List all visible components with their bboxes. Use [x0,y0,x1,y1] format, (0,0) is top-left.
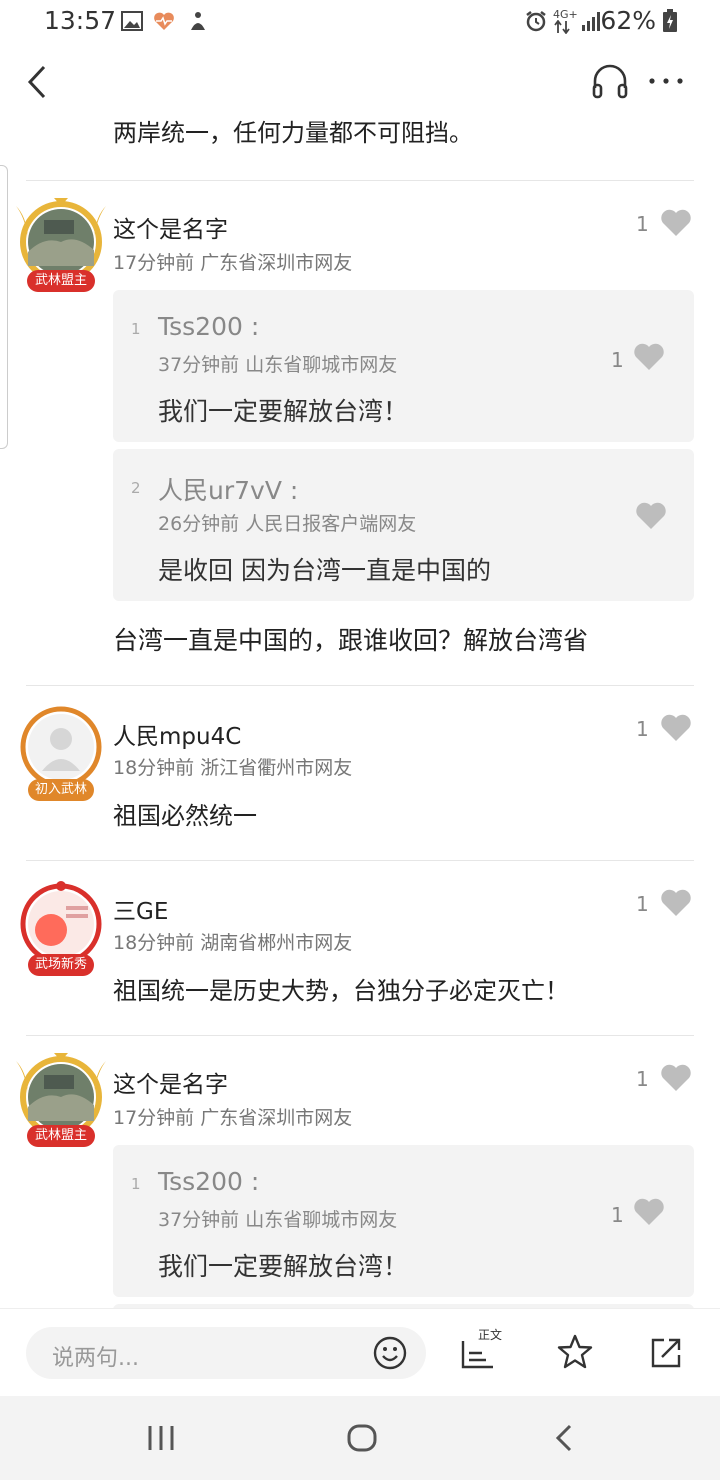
reply-author[interactable]: 人民ur7vV : [158,471,298,507]
comment-text: 台湾一直是中国的，跟谁收回？解放台湾省 [113,626,589,655]
reply-index: 2 [131,479,141,497]
like-count: 1 [636,717,649,741]
battery-percent: 62% [600,6,656,35]
reply-meta: 37分钟前 山东省聊城市网友 [158,354,398,376]
reply-index: 1 [131,1175,141,1193]
back-chevron-icon[interactable] [24,64,52,100]
app-notification-icon [191,12,205,30]
headphones-icon[interactable] [590,62,630,100]
like-count: 1 [636,212,649,236]
share-icon[interactable] [648,1335,684,1371]
heart-icon[interactable] [660,208,692,238]
status-time: 13:57 [44,6,117,35]
network-type: 4G+ [553,8,578,21]
recent-apps-icon[interactable] [146,1424,176,1452]
comment-text: 祖国统一是历史大势，台独分子必定灭亡！ [113,977,569,1005]
level-badge: 武场新秀 [28,954,94,976]
comment-item: 武林盟主 这个是名字 17分钟前 广东省深圳市网友 1 1 Tss200 : 3… [0,190,720,685]
comment-author[interactable]: 这个是名字 [113,1065,228,1099]
reply-text: 是收回 因为台湾一直是中国的 [158,556,491,585]
health-notification-icon [154,12,174,30]
comment-input-placeholder: 说两句... [52,1346,139,1371]
level-badge: 武林盟主 [27,270,95,292]
article-label: 正文 [478,1328,503,1342]
divider [26,180,694,181]
system-back-icon[interactable] [552,1423,576,1453]
level-badge: 武林盟主 [27,1125,95,1147]
comment-text: 祖国必然统一 [113,802,257,830]
avatar[interactable]: 武林盟主 [14,1051,108,1147]
like-count: 1 [611,348,624,372]
top-bar [0,44,720,120]
image-notification-icon [121,11,143,31]
reply-text: 我们一定要解放台湾！ [158,397,409,426]
alarm-icon [526,11,546,32]
comment-meta: 18分钟前 湖南省郴州市网友 [113,932,353,954]
reply-author[interactable]: Tss200 : [158,312,259,341]
heart-icon[interactable] [633,342,665,372]
comment-meta: 18分钟前 浙江省衢州市网友 [113,757,353,779]
more-dots-icon[interactable] [648,76,684,86]
avatar[interactable]: 武场新秀 [18,878,104,976]
comment-input[interactable]: 说两句... [26,1327,426,1379]
divider [26,1035,694,1036]
reply-box: 1 Tss200 : 37分钟前 山东省聊城市网友 1 我们一定要解放台湾！ [113,1145,694,1297]
system-nav-bar [0,1396,720,1480]
comment-bar: 说两句... 正文 [0,1308,720,1396]
divider [26,860,694,861]
status-bar: 13:57 4G+ 62% [0,0,720,44]
avatar[interactable]: 初入武林 [18,705,104,801]
star-icon[interactable] [556,1333,594,1371]
home-icon[interactable] [346,1423,378,1453]
prev-comment-text: 两岸统一，任何力量都不可阻挡。 [113,119,473,147]
reply-meta: 37分钟前 山东省聊城市网友 [158,1209,398,1231]
heart-icon[interactable] [660,888,692,918]
like-count: 1 [611,1203,624,1227]
comment-meta: 17分钟前 广东省深圳市网友 [113,1107,353,1129]
heart-icon[interactable] [660,713,692,743]
like-count: 1 [636,892,649,916]
comment-author[interactable]: 这个是名字 [113,210,228,244]
comment-author[interactable]: 三GE [113,892,168,926]
comment-item: 初入武林 人民mpu4C 18分钟前 浙江省衢州市网友 1 祖国必然统一 [0,695,720,860]
comment-item: 武林盟主 这个是名字 17分钟前 广东省深圳市网友 1 1 Tss200 : 3… [0,1045,720,1308]
reply-index: 1 [131,320,141,338]
comment-meta: 17分钟前 广东省深圳市网友 [113,252,353,274]
comment-author[interactable]: 人民mpu4C [113,717,241,751]
reply-box: 2 人民ur7vV : 26分钟前 人民日报客户端网友 是收回 因为台湾一直是中… [113,449,694,601]
comment-item: 武场新秀 三GE 18分钟前 湖南省郴州市网友 1 祖国统一是历史大势，台独分子… [0,870,720,1035]
level-badge: 初入武林 [28,779,94,801]
emoji-icon[interactable] [372,1335,408,1371]
avatar[interactable]: 武林盟主 [14,196,108,292]
heart-icon[interactable] [660,1063,692,1093]
reply-text: 我们一定要解放台湾！ [158,1252,409,1281]
reply-meta: 26分钟前 人民日报客户端网友 [158,513,417,535]
data-arrows-icon [554,20,570,34]
battery-charging-icon [663,9,677,32]
heart-icon[interactable] [633,1197,665,1227]
reply-author[interactable]: Tss200 : [158,1167,259,1196]
reply-box: 1 Tss200 : 37分钟前 山东省聊城市网友 1 我们一定要解放台湾！ [113,290,694,442]
like-count: 1 [636,1067,649,1091]
heart-icon[interactable] [635,501,667,531]
divider [26,685,694,686]
